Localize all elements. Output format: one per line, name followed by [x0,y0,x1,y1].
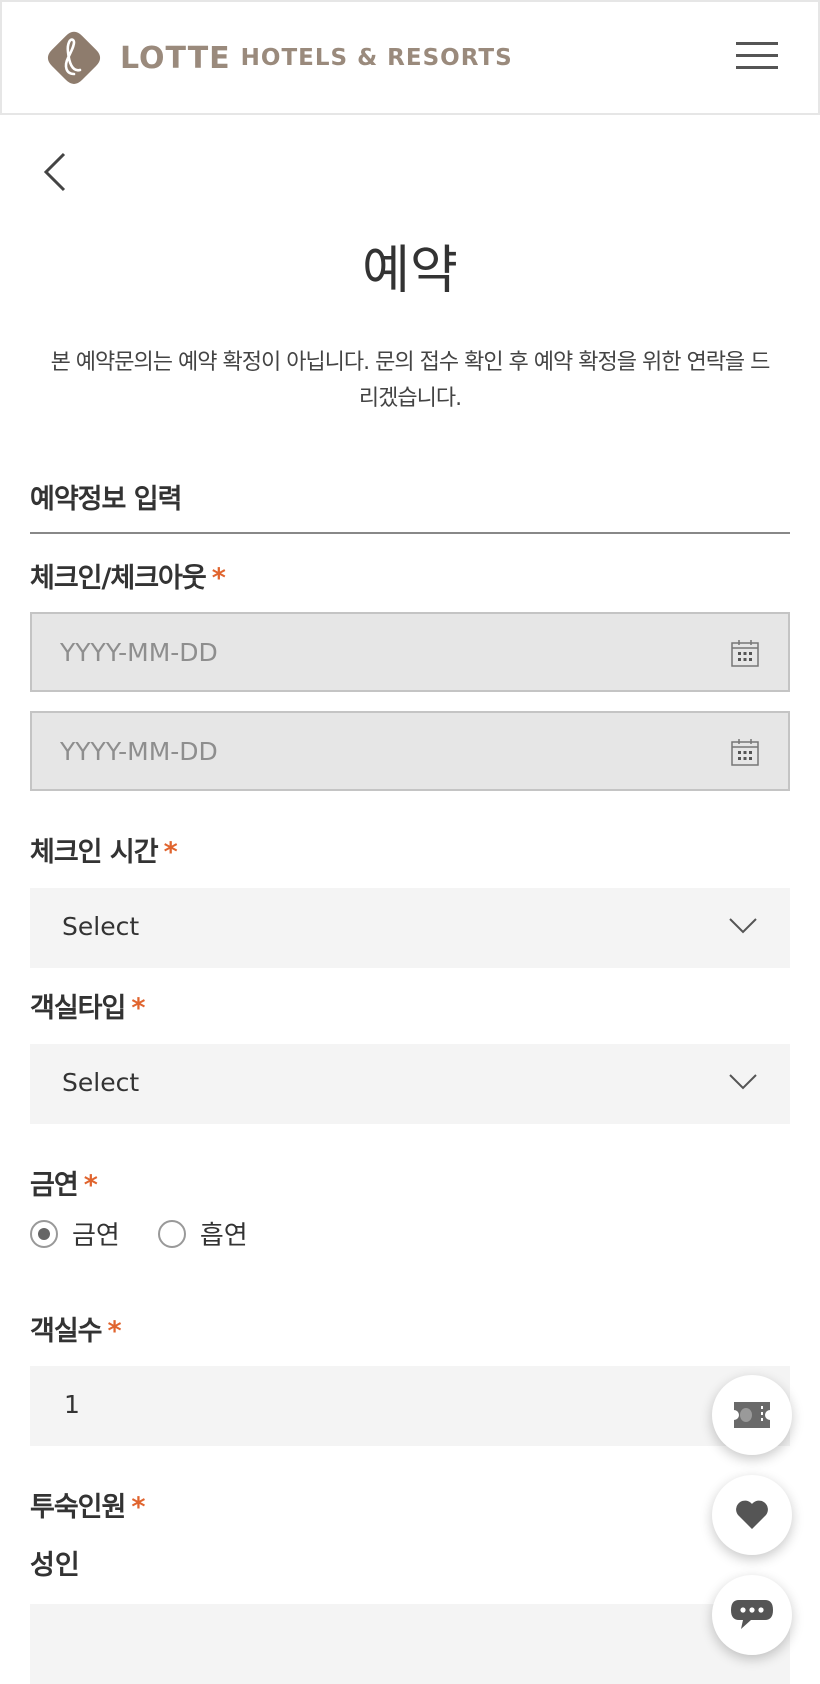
hamburger-menu-button[interactable] [736,42,778,70]
required-mark: * [131,1492,145,1523]
checkin-date-field[interactable] [30,612,790,692]
required-mark: * [163,837,178,868]
checkout-date-field[interactable] [30,711,790,791]
room-count-value[interactable]: 1 [64,1390,80,1419]
checkin-time-label: 체크인 시간 * [30,830,178,869]
brand-subtitle: HOTELS & RESORTS [240,45,513,71]
coupon-ticket-icon [734,1402,770,1428]
select-value: Select [62,1068,140,1097]
required-mark: * [211,563,226,594]
page-title: 예약 [362,241,458,301]
chat-button[interactable] [712,1575,792,1655]
checkin-checkout-label: 체크인/체크아웃 * [30,556,226,595]
room-count-field[interactable]: 1 [30,1366,790,1446]
section-divider [30,532,790,534]
required-mark: * [131,993,145,1024]
chevron-down-icon [729,918,757,934]
non-smoking-radio[interactable]: 금연 [30,1215,120,1252]
menu-line-icon [736,42,778,45]
label-text: 객실타입 [30,993,126,1024]
room-count-label: 객실수 * [30,1309,122,1348]
chevron-down-icon [729,1074,757,1090]
required-mark: * [107,1316,122,1347]
room-type-label: 객실타입 * [30,986,146,1025]
checkin-date-input[interactable] [60,614,680,690]
lotte-logo-mark-icon [47,31,101,84]
checkin-time-select[interactable]: Select [30,888,790,968]
site-header: LOTTE HOTELS & RESORTS [0,0,820,115]
label-text: 투숙인원 [30,1492,126,1523]
reservation-notice: 본 예약문의는 예약 확정이 아닙니다. 문의 접수 확인 후 예약 확정을 위… [50,350,771,411]
room-type-select[interactable]: Select [30,1044,790,1124]
calendar-icon[interactable] [730,638,760,668]
brand-name: LOTTE [120,40,231,76]
required-mark: * [83,1170,98,1201]
coupon-button[interactable] [712,1375,792,1455]
menu-line-icon [736,66,778,69]
guests-label: 투숙인원 * [30,1485,146,1524]
label-text: 체크인 시간 [30,837,159,868]
menu-line-icon [736,54,778,57]
checkout-date-input[interactable] [60,713,680,789]
chat-bubble-icon [731,1600,773,1629]
brand-logo[interactable]: LOTTE HOTELS & RESORTS [44,28,513,88]
label-text: 체크인/체크아웃 [30,563,207,594]
label-text: 객실수 [30,1316,103,1347]
select-value: Select [62,912,140,941]
adult-count-field[interactable] [30,1604,790,1684]
radio-unselected-icon[interactable] [157,1219,186,1248]
smoking-radio[interactable]: 흡연 [157,1215,248,1252]
radio-label: 흡연 [199,1221,248,1251]
radio-label: 금연 [72,1221,120,1251]
smoking-radio-group: 금연 흡연 [30,1215,286,1252]
wishlist-button[interactable] [712,1475,792,1555]
radio-selected-icon[interactable] [30,1219,58,1248]
calendar-icon[interactable] [730,737,760,767]
back-arrow-icon[interactable] [38,150,72,194]
smoking-label: 금연 * [30,1163,98,1202]
label-text: 금연 [30,1170,79,1201]
heart-icon [736,1500,768,1529]
adult-label: 성인 [30,1550,80,1581]
section-title: 예약정보 입력 [30,484,182,515]
